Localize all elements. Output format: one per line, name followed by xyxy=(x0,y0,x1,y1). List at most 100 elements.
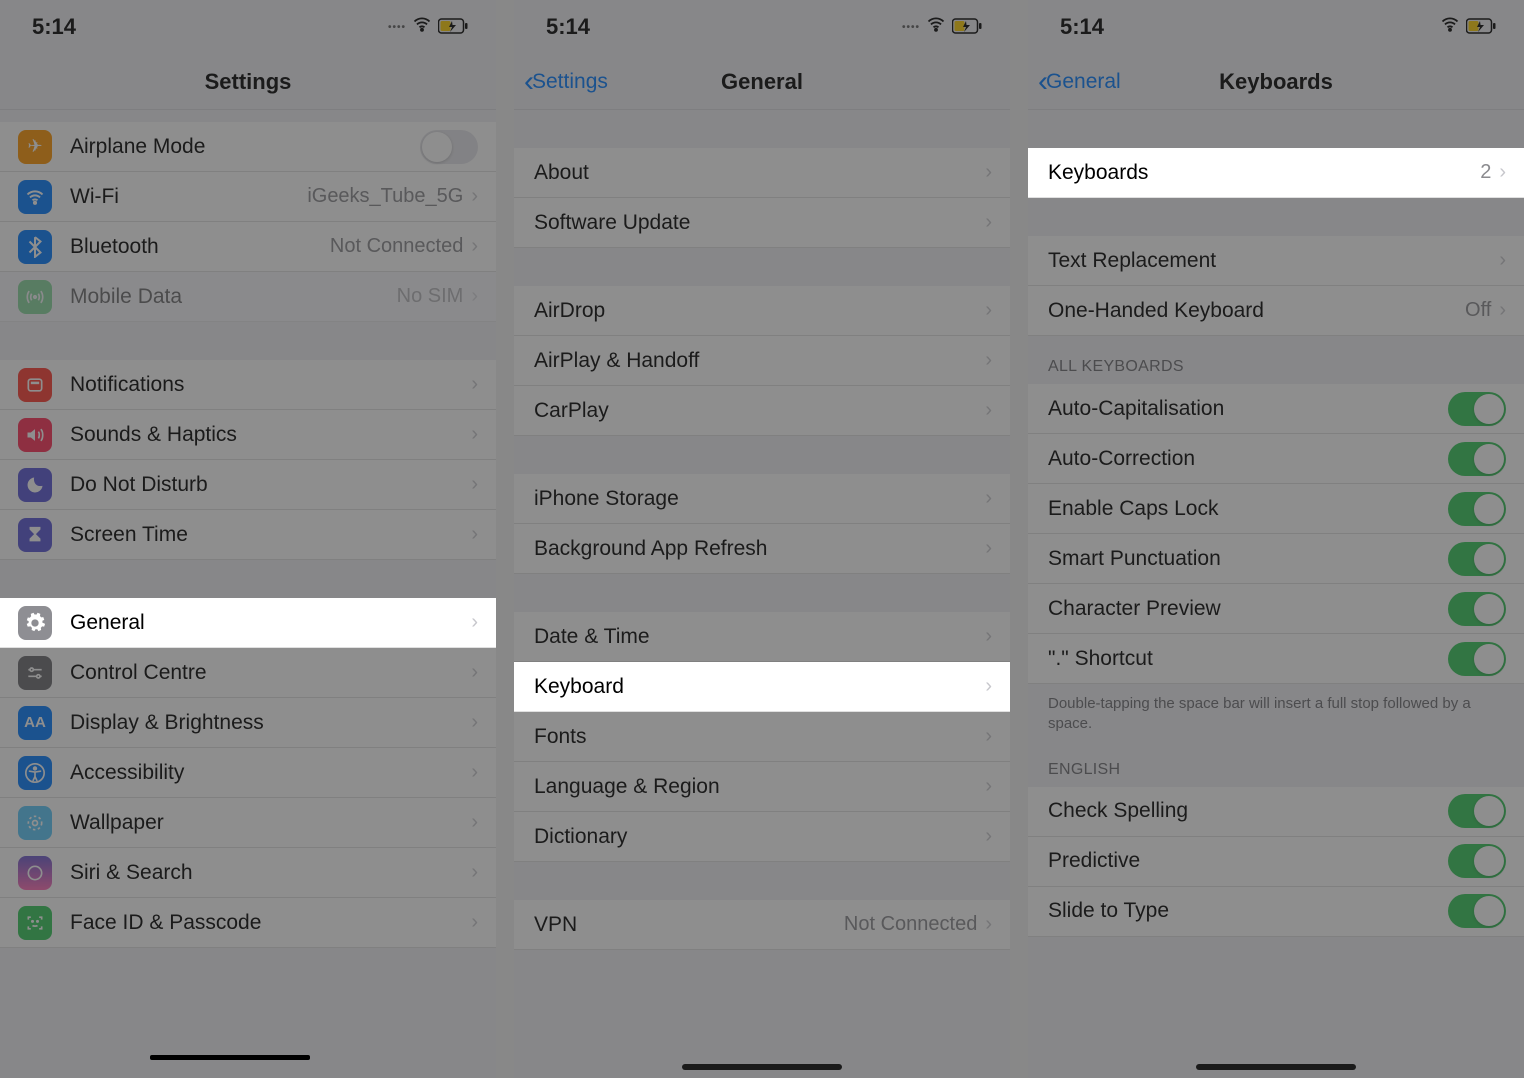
row-general[interactable]: General › xyxy=(0,598,496,648)
row-software[interactable]: Software Update› xyxy=(514,198,1010,248)
back-label: Settings xyxy=(532,70,608,94)
row-dnd[interactable]: Do Not Disturb › xyxy=(0,460,496,510)
chevron-right-icon: › xyxy=(985,211,992,234)
home-indicator[interactable] xyxy=(1196,1064,1356,1070)
row-auto-cap[interactable]: Auto-Capitalisation xyxy=(1028,384,1524,434)
status-icons: •••• xyxy=(902,14,982,40)
row-check-spelling[interactable]: Check Spelling xyxy=(1028,787,1524,837)
moon-icon xyxy=(18,468,52,502)
row-bluetooth[interactable]: Bluetooth Not Connected › xyxy=(0,222,496,272)
toggle[interactable] xyxy=(1448,894,1506,928)
row-background[interactable]: Background App Refresh› xyxy=(514,524,1010,574)
row-control[interactable]: Control Centre › xyxy=(0,648,496,698)
row-airdrop[interactable]: AirDrop› xyxy=(514,286,1010,336)
toggle[interactable] xyxy=(1448,592,1506,626)
row-detail: Not Connected xyxy=(844,913,977,936)
airplane-toggle[interactable] xyxy=(420,130,478,164)
row-sounds[interactable]: Sounds & Haptics › xyxy=(0,410,496,460)
toggle[interactable] xyxy=(1448,542,1506,576)
row-one-handed[interactable]: One-Handed KeyboardOff› xyxy=(1028,286,1524,336)
back-button[interactable]: ‹ Settings xyxy=(524,67,608,97)
chevron-right-icon: › xyxy=(985,675,992,698)
row-label: VPN xyxy=(534,913,844,937)
row-storage[interactable]: iPhone Storage› xyxy=(514,474,1010,524)
chevron-right-icon: › xyxy=(985,399,992,422)
toggle[interactable] xyxy=(1448,492,1506,526)
row-airplane[interactable]: ✈ Airplane Mode xyxy=(0,122,496,172)
row-fonts[interactable]: Fonts› xyxy=(514,712,1010,762)
row-label: Auto-Correction xyxy=(1048,447,1448,471)
row-faceid[interactable]: Face ID & Passcode › xyxy=(0,898,496,948)
row-wallpaper[interactable]: Wallpaper › xyxy=(0,798,496,848)
row-label: Airplane Mode xyxy=(70,135,420,159)
phone-settings: 5:14 •••• Settings ✈ Airplane Mode Wi-Fi… xyxy=(0,0,496,1078)
keyboards-list[interactable]: Keyboards 2 › Text Replacement› One-Hand… xyxy=(1028,110,1524,1078)
toggle[interactable] xyxy=(1448,442,1506,476)
status-bar: 5:14 •••• xyxy=(514,0,1010,54)
row-notifications[interactable]: Notifications › xyxy=(0,360,496,410)
battery-icon xyxy=(438,14,468,40)
row-detail: iGeeks_Tube_5G xyxy=(307,185,463,208)
section-header-all: ALL KEYBOARDS xyxy=(1028,336,1524,384)
row-label: Keyboard xyxy=(534,675,985,699)
back-button[interactable]: ‹ General xyxy=(1038,67,1121,97)
toggle[interactable] xyxy=(1448,794,1506,828)
control-icon xyxy=(18,656,52,690)
row-keyboard[interactable]: Keyboard› xyxy=(514,662,1010,712)
chevron-right-icon: › xyxy=(471,423,478,446)
row-text-replacement[interactable]: Text Replacement› xyxy=(1028,236,1524,286)
row-about[interactable]: About› xyxy=(514,148,1010,198)
row-label: Fonts xyxy=(534,725,985,749)
row-dictionary[interactable]: Dictionary› xyxy=(514,812,1010,862)
row-label: Screen Time xyxy=(70,523,471,547)
toggle[interactable] xyxy=(1448,392,1506,426)
home-indicator[interactable] xyxy=(682,1064,842,1070)
cellular-dots-icon: •••• xyxy=(388,22,406,33)
row-label: Control Centre xyxy=(70,661,471,685)
settings-list[interactable]: ✈ Airplane Mode Wi-Fi iGeeks_Tube_5G › B… xyxy=(0,110,496,1078)
row-carplay[interactable]: CarPlay› xyxy=(514,386,1010,436)
row-wifi[interactable]: Wi-Fi iGeeks_Tube_5G › xyxy=(0,172,496,222)
page-title: Settings xyxy=(205,69,292,95)
chevron-right-icon: › xyxy=(471,185,478,208)
row-predictive[interactable]: Predictive xyxy=(1028,837,1524,887)
row-label: One-Handed Keyboard xyxy=(1048,299,1465,323)
row-display[interactable]: AA Display & Brightness › xyxy=(0,698,496,748)
chevron-right-icon: › xyxy=(985,725,992,748)
row-auto-correct[interactable]: Auto-Correction xyxy=(1028,434,1524,484)
row-accessibility[interactable]: Accessibility › xyxy=(0,748,496,798)
row-datetime[interactable]: Date & Time› xyxy=(514,612,1010,662)
row-label: Wallpaper xyxy=(70,811,471,835)
row-caps-lock[interactable]: Enable Caps Lock xyxy=(1028,484,1524,534)
chevron-right-icon: › xyxy=(471,911,478,934)
chevron-right-icon: › xyxy=(471,523,478,546)
row-detail: 2 xyxy=(1480,161,1491,184)
chevron-right-icon: › xyxy=(985,625,992,648)
sounds-icon xyxy=(18,418,52,452)
row-slide[interactable]: Slide to Type xyxy=(1028,887,1524,937)
row-airplay[interactable]: AirPlay & Handoff› xyxy=(514,336,1010,386)
faceid-icon xyxy=(18,906,52,940)
row-label: Text Replacement xyxy=(1048,249,1499,273)
row-screentime[interactable]: Screen Time › xyxy=(0,510,496,560)
row-mobile[interactable]: Mobile Data No SIM › xyxy=(0,272,496,322)
toggle[interactable] xyxy=(1448,642,1506,676)
toggle[interactable] xyxy=(1448,844,1506,878)
status-bar: 5:14 xyxy=(1028,0,1524,54)
row-dot-shortcut[interactable]: "." Shortcut xyxy=(1028,634,1524,684)
row-siri[interactable]: Siri & Search › xyxy=(0,848,496,898)
chevron-right-icon: › xyxy=(1499,161,1506,184)
row-label: Character Preview xyxy=(1048,597,1448,621)
general-list[interactable]: About› Software Update› AirDrop› AirPlay… xyxy=(514,110,1010,1078)
row-vpn[interactable]: VPNNot Connected› xyxy=(514,900,1010,950)
row-label: Do Not Disturb xyxy=(70,473,471,497)
wifi-icon xyxy=(412,14,432,40)
row-smart-punct[interactable]: Smart Punctuation xyxy=(1028,534,1524,584)
row-label: AirDrop xyxy=(534,299,985,323)
chevron-right-icon: › xyxy=(471,235,478,258)
row-language[interactable]: Language & Region› xyxy=(514,762,1010,812)
row-char-preview[interactable]: Character Preview xyxy=(1028,584,1524,634)
antenna-icon xyxy=(18,280,52,314)
status-time: 5:14 xyxy=(32,14,76,40)
row-keyboards[interactable]: Keyboards 2 › xyxy=(1028,148,1524,198)
